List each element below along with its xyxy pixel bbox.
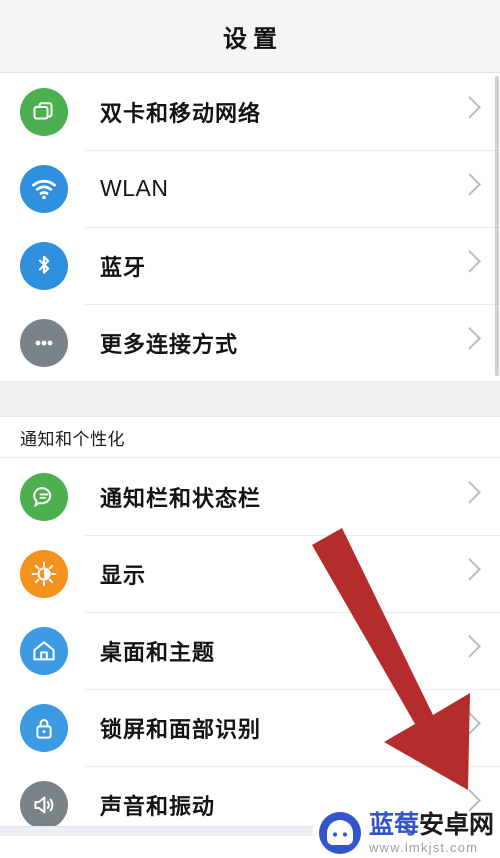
watermark-url: www.lmkjst.com bbox=[368, 839, 479, 855]
chat-bubble-icon bbox=[20, 472, 68, 521]
chevron-right-icon bbox=[458, 711, 481, 735]
chevron-right-icon bbox=[458, 788, 481, 812]
chevron-right-icon bbox=[458, 634, 481, 658]
settings-row-lockscreen-face[interactable]: 锁屏和面部识别 bbox=[0, 689, 500, 766]
settings-row-label: 锁屏和面部识别 bbox=[100, 716, 262, 742]
settings-row-dual-sim[interactable]: 双卡和移动网络 bbox=[0, 73, 500, 150]
site-watermark: 蓝莓安卓网 www.lmkjst.com bbox=[317, 810, 494, 856]
settings-row-label: 显示 bbox=[100, 562, 147, 588]
settings-row-label: 通知栏和状态栏 bbox=[100, 485, 262, 511]
settings-screen: 设置 双卡和移动网络 WLAN 蓝牙 更多连接方式 通知和个性化 通知栏和状态栏… bbox=[0, 0, 500, 858]
vertical-scrollbar[interactable] bbox=[495, 76, 499, 376]
bluetooth-icon bbox=[20, 241, 68, 290]
settings-row-label: WLAN bbox=[100, 175, 169, 201]
settings-row-label: 双卡和移动网络 bbox=[100, 100, 262, 126]
settings-row-label: 更多连接方式 bbox=[100, 331, 239, 357]
chevron-right-icon bbox=[458, 249, 481, 273]
brightness-icon bbox=[20, 549, 68, 598]
settings-group-notifications: 通知栏和状态栏 显示 桌面和主题 锁屏和面部识别 声音和振动 bbox=[0, 458, 500, 843]
settings-row-notification-status-bar[interactable]: 通知栏和状态栏 bbox=[0, 458, 500, 535]
blueberry-android-logo-icon bbox=[317, 810, 363, 856]
chevron-right-icon bbox=[458, 172, 481, 196]
settings-row-display[interactable]: 显示 bbox=[0, 535, 500, 612]
wifi-icon bbox=[20, 164, 68, 213]
more-dots-icon bbox=[20, 318, 68, 367]
watermark-text: 蓝莓安卓网 www.lmkjst.com bbox=[368, 810, 494, 855]
group-separator bbox=[0, 381, 500, 417]
bottom-edge-divider bbox=[0, 826, 313, 836]
watermark-brand-blue: 蓝莓 bbox=[368, 810, 419, 839]
chevron-right-icon bbox=[458, 480, 481, 504]
settings-row-label: 桌面和主题 bbox=[100, 639, 216, 665]
settings-row-home-theme[interactable]: 桌面和主题 bbox=[0, 612, 500, 689]
settings-row-label: 蓝牙 bbox=[100, 254, 147, 280]
settings-row-wlan[interactable]: WLAN bbox=[0, 150, 500, 227]
lock-icon bbox=[20, 703, 68, 752]
chevron-right-icon bbox=[458, 557, 481, 581]
sim-card-icon bbox=[20, 87, 68, 136]
settings-row-label: 声音和振动 bbox=[100, 793, 216, 819]
chevron-right-icon bbox=[458, 95, 481, 119]
section-header-notifications: 通知和个性化 bbox=[0, 417, 500, 458]
home-icon bbox=[20, 626, 68, 675]
chevron-right-icon bbox=[458, 326, 481, 350]
settings-group-connectivity: 双卡和移动网络 WLAN 蓝牙 更多连接方式 bbox=[0, 73, 500, 381]
settings-row-more-connections[interactable]: 更多连接方式 bbox=[0, 304, 500, 381]
section-header-label: 通知和个性化 bbox=[20, 429, 125, 449]
speaker-icon bbox=[20, 780, 68, 829]
title-bar: 设置 bbox=[0, 0, 500, 73]
watermark-brand: 蓝莓安卓网 bbox=[368, 810, 494, 839]
page-title: 设置 bbox=[223, 26, 283, 53]
watermark-brand-dark: 安卓网 bbox=[418, 810, 494, 839]
settings-row-bluetooth[interactable]: 蓝牙 bbox=[0, 227, 500, 304]
